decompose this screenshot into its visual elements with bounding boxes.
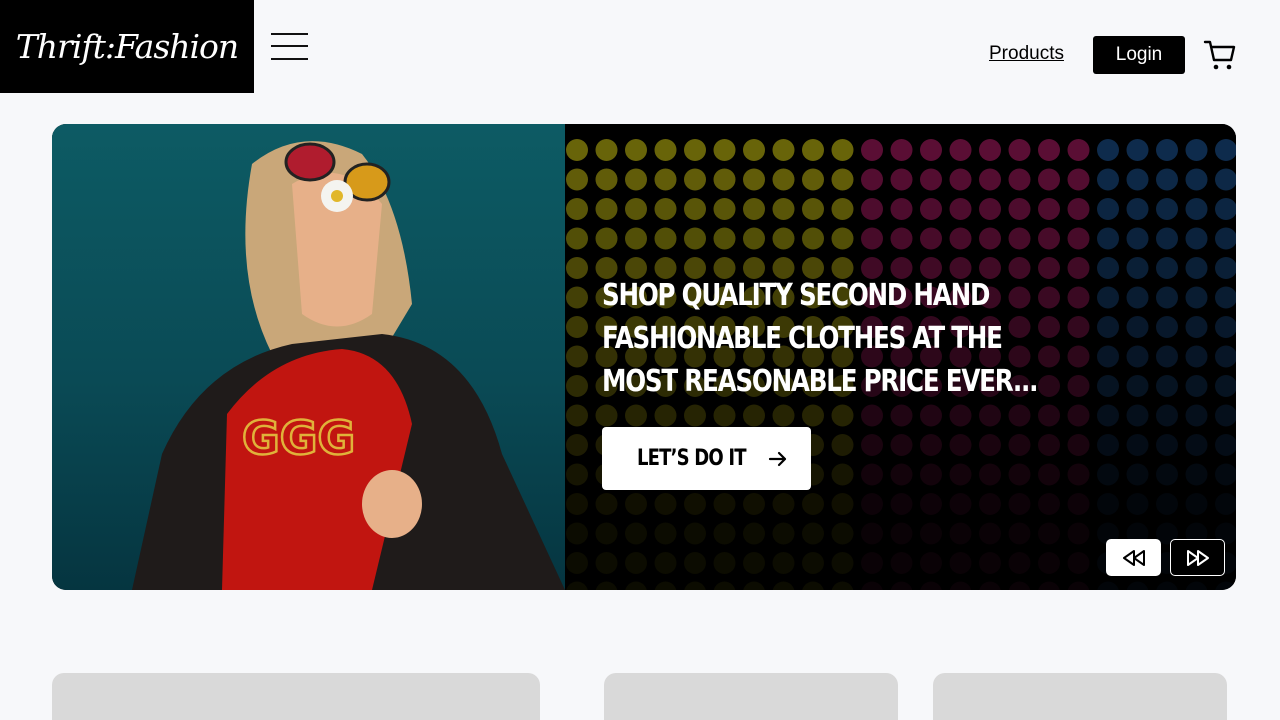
menu-icon[interactable]	[271, 31, 308, 61]
carousel-prev-button[interactable]	[1106, 539, 1161, 576]
arrow-right-icon	[768, 451, 786, 466]
product-card[interactable]	[604, 673, 898, 720]
svg-text:GGG: GGG	[242, 411, 355, 465]
cta-button[interactable]: LET’S DO IT	[602, 427, 811, 490]
logo-text: Thrift:Fashion	[15, 27, 239, 66]
fast-forward-icon	[1186, 549, 1209, 566]
cart-icon[interactable]	[1203, 38, 1237, 72]
rewind-icon	[1122, 549, 1145, 566]
carousel-next-button[interactable]	[1170, 539, 1225, 576]
hero-heading: Shop quality second hand fashionable clo…	[602, 278, 1038, 399]
logo[interactable]: Thrift:Fashion	[0, 0, 254, 93]
hero-image: GGG	[52, 124, 565, 590]
product-card[interactable]	[933, 673, 1227, 720]
cta-label: LET’S DO IT	[637, 446, 747, 471]
hero-banner: GGG Shop quality second hand fashionable…	[52, 124, 1236, 590]
login-button[interactable]: Login	[1093, 36, 1185, 74]
product-card[interactable]	[52, 673, 540, 720]
nav-link-products[interactable]: Products	[989, 43, 1064, 65]
